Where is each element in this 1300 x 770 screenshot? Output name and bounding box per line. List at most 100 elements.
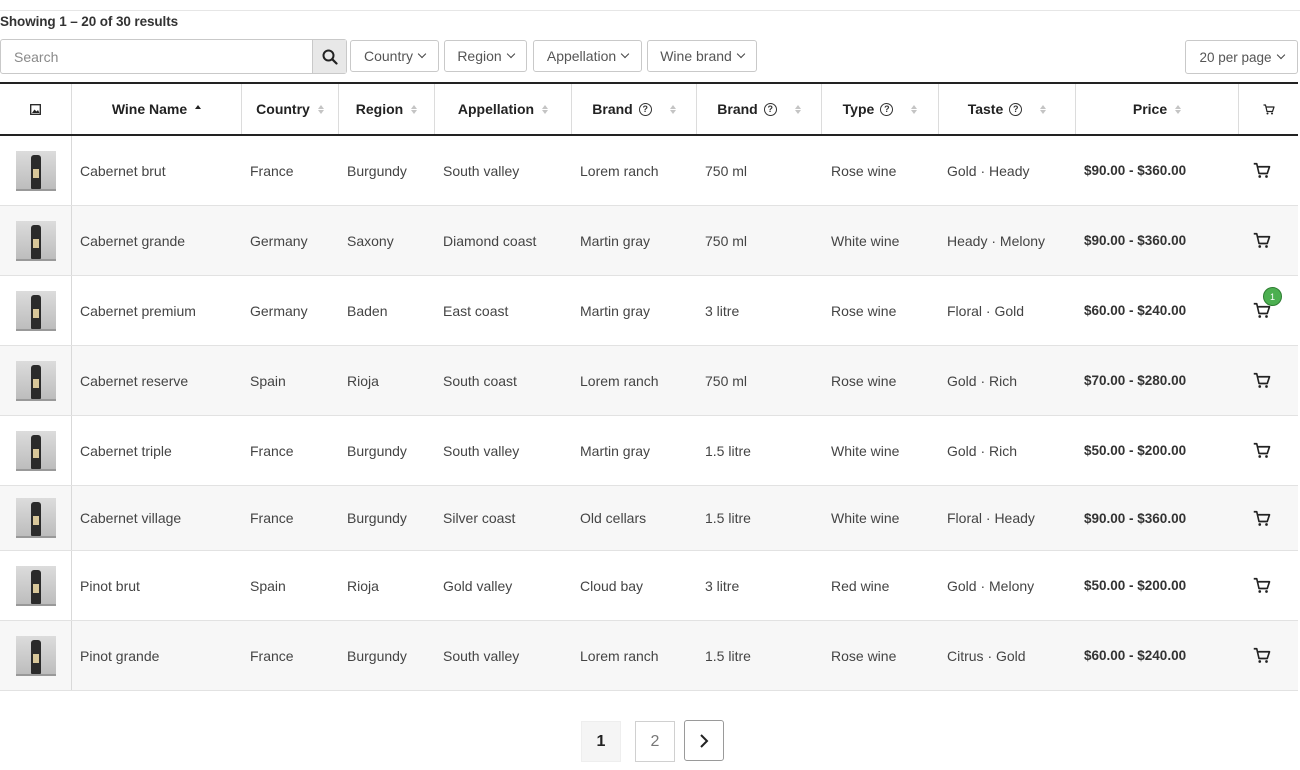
column-wine-name[interactable]: Wine Name: [72, 84, 242, 134]
page-button[interactable]: 1: [581, 721, 621, 762]
search-button[interactable]: [312, 40, 346, 73]
cell-wine-name[interactable]: Cabernet grande: [80, 206, 185, 275]
cell-taste: Citrus · Gold: [947, 647, 1026, 664]
wine-bottle-thumbnail[interactable]: [15, 290, 56, 331]
column-type[interactable]: Type?: [822, 84, 939, 134]
cell-taste: Gold · Melony: [947, 577, 1035, 594]
page-button[interactable]: 2: [635, 721, 675, 762]
column-image: [0, 84, 72, 134]
table-row[interactable]: Pinot brut Spain Rioja Gold valley Cloud bay…: [0, 551, 1298, 621]
cart-icon: [1253, 647, 1271, 663]
cell-image: [0, 346, 72, 415]
column-cart: [1239, 84, 1298, 134]
table-row[interactable]: Cabernet triple France Burgundy South valle…: [0, 416, 1298, 486]
wine-bottle-thumbnail[interactable]: [15, 635, 56, 676]
chevron-down-icon: [506, 49, 515, 59]
add-to-cart-button[interactable]: [1253, 276, 1271, 345]
wine-bottle-thumbnail[interactable]: [15, 220, 56, 261]
filter-wine-brand[interactable]: Wine brand: [647, 40, 757, 72]
help-circle-icon[interactable]: ?: [880, 102, 894, 116]
cell-price: $70.00 - $280.00: [1084, 373, 1187, 388]
table-row[interactable]: Cabernet village France Burgundy Silver coa…: [0, 486, 1298, 551]
sort-icon: [669, 104, 676, 114]
filter-appellation[interactable]: Appellation: [533, 40, 642, 72]
cell-country: France: [250, 442, 294, 459]
wine-bottle-thumbnail[interactable]: [15, 565, 56, 606]
cell-taste: Floral · Heady: [947, 510, 1035, 526]
column-country[interactable]: Country: [242, 84, 339, 134]
add-to-cart-button[interactable]: [1253, 551, 1271, 620]
cell-appellation: East coast: [443, 302, 509, 319]
table-row[interactable]: Cabernet grande Germany Saxony Diamond coas…: [0, 206, 1298, 276]
wine-bottle-thumbnail[interactable]: [15, 150, 56, 191]
cell-brand: Martin gray: [580, 302, 651, 319]
search-input[interactable]: [1, 40, 313, 73]
cell-wine-name[interactable]: Cabernet triple: [80, 416, 172, 485]
cart-icon: [1253, 162, 1271, 178]
cell-image: [0, 136, 72, 205]
cell-image: [0, 416, 72, 485]
chevron-down-icon: [1276, 50, 1285, 60]
sort-icon: [542, 104, 549, 114]
cell-type: Rose wine: [831, 302, 897, 319]
column-brand[interactable]: Brand?: [572, 84, 697, 134]
add-to-cart-button[interactable]: [1253, 621, 1271, 690]
cell-wine-name[interactable]: Cabernet reserve: [80, 346, 188, 415]
add-to-cart-button[interactable]: [1253, 416, 1271, 485]
per-page-select[interactable]: 20 per page: [1185, 40, 1298, 74]
next-page-button[interactable]: [684, 720, 724, 761]
cart-icon: [1253, 510, 1271, 526]
table-row[interactable]: Cabernet reserve Spain Rioja South coast Lor…: [0, 346, 1298, 416]
cell-image: [0, 551, 72, 620]
cell-taste: Gold · Rich: [947, 442, 1018, 459]
cart-icon: [1263, 103, 1275, 114]
column-label: Country: [256, 101, 310, 117]
add-to-cart-button[interactable]: [1253, 346, 1271, 415]
chevron-down-icon: [620, 49, 630, 59]
filter-region[interactable]: Region: [444, 40, 527, 72]
add-to-cart-button[interactable]: [1253, 136, 1271, 205]
table-row[interactable]: Pinot grande France Burgundy South valley Lo…: [0, 621, 1298, 691]
help-circle-icon[interactable]: ?: [763, 102, 777, 116]
sort-icon: [1040, 104, 1047, 114]
help-circle-icon[interactable]: ?: [638, 102, 652, 116]
column-size[interactable]: Brand?: [697, 84, 822, 134]
cell-type: Rose wine: [831, 372, 897, 389]
sort-icon: [317, 104, 324, 114]
cell-country: Spain: [250, 372, 286, 389]
column-taste[interactable]: Taste?: [939, 84, 1076, 134]
cell-appellation: South coast: [443, 372, 517, 389]
cell-brand: Cloud bay: [580, 577, 644, 594]
sort-icon: [411, 104, 418, 114]
column-price[interactable]: Price: [1076, 84, 1239, 134]
cell-region: Burgundy: [347, 162, 407, 179]
filter-country[interactable]: Country: [350, 40, 439, 72]
cell-appellation: Gold valley: [443, 577, 513, 594]
cell-wine-name[interactable]: Pinot grande: [80, 621, 159, 690]
column-label: Brand: [717, 101, 758, 117]
cell-wine-name[interactable]: Cabernet brut: [80, 136, 166, 205]
wine-bottle-thumbnail[interactable]: [15, 360, 56, 401]
filter-label: Country: [363, 48, 414, 64]
cell-price: $60.00 - $240.00: [1084, 648, 1187, 663]
cell-appellation: Diamond coast: [443, 232, 537, 249]
cell-wine-name[interactable]: Cabernet premium: [80, 276, 196, 345]
search-box: [0, 39, 347, 74]
column-appellation[interactable]: Appellation: [435, 84, 572, 134]
cell-wine-name[interactable]: Cabernet village: [80, 486, 181, 550]
column-region[interactable]: Region: [339, 84, 435, 134]
cell-price: $90.00 - $360.00: [1084, 510, 1187, 526]
table-row[interactable]: Cabernet premium Germany Baden East coast Ma…: [0, 276, 1298, 346]
chevron-down-icon: [736, 49, 746, 59]
chevron-down-icon: [417, 49, 427, 59]
table-header: Wine Name Country Region Appellation Bra…: [0, 82, 1298, 136]
cart-icon: [1253, 232, 1271, 248]
cell-region: Saxony: [347, 232, 394, 249]
cell-wine-name[interactable]: Pinot brut: [80, 551, 140, 620]
add-to-cart-button[interactable]: [1253, 206, 1271, 275]
add-to-cart-button[interactable]: [1253, 486, 1271, 550]
help-circle-icon[interactable]: ?: [1009, 102, 1023, 116]
wine-bottle-thumbnail[interactable]: [15, 498, 56, 538]
wine-bottle-thumbnail[interactable]: [15, 430, 56, 471]
table-row[interactable]: Cabernet brut France Burgundy South valley L…: [0, 136, 1298, 206]
